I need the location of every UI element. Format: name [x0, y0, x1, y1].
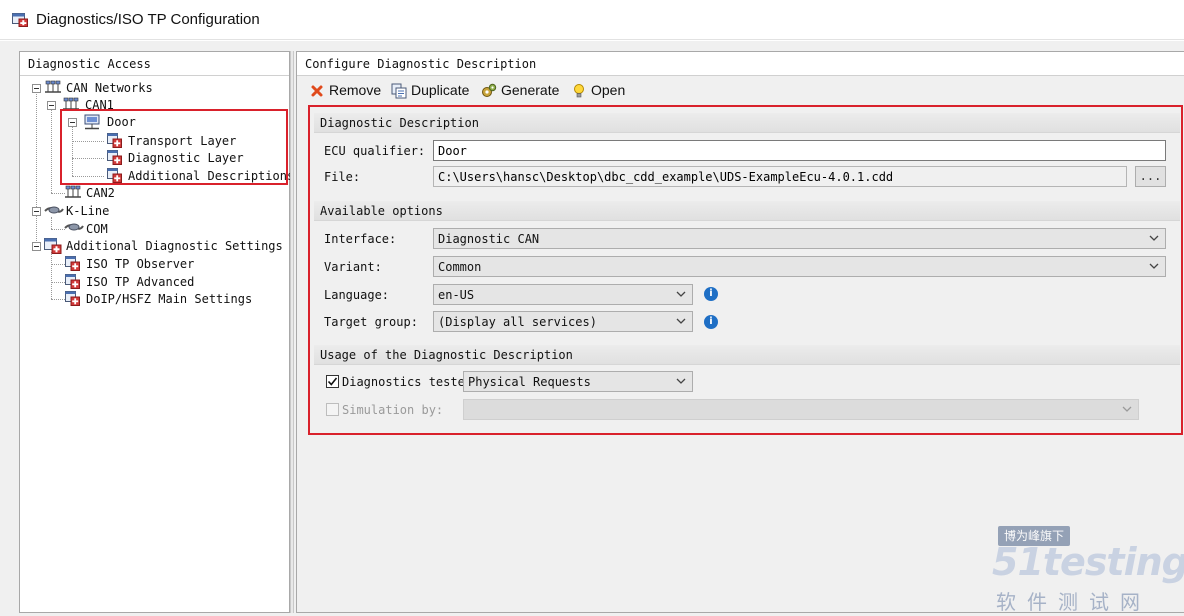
can-networks-expander[interactable] [32, 84, 41, 93]
remove-x-icon [311, 85, 323, 97]
tree-item-additional-diagnostic-settings[interactable]: Additional Diagnostic Settings [66, 239, 283, 253]
tree-connector [51, 229, 65, 230]
tree-item-com[interactable]: COM [86, 222, 108, 236]
tree-item-doip-hsfz-main-settings[interactable]: DoIP/HSFZ Main Settings [86, 292, 252, 306]
diagnostic-access-title: Diagnostic Access [28, 57, 151, 71]
tree-connector [51, 106, 52, 193]
tree-connector [51, 282, 65, 283]
description-toolbar: Remove Duplicate Generate Open [297, 77, 1184, 104]
configure-title: Configure Diagnostic Description [305, 57, 537, 71]
k-line-cable-icon [44, 206, 64, 214]
window-title: Diagnostics/ISO TP Configuration [36, 11, 260, 28]
tree-item-can2[interactable]: CAN2 [86, 186, 115, 200]
diagnostic-access-header: Diagnostic Access [20, 52, 289, 76]
highlight-box-door-node [60, 109, 288, 185]
tree-item-iso-tp-observer[interactable]: ISO TP Observer [86, 257, 194, 271]
tree-connector [51, 193, 65, 194]
tree-item-can-networks[interactable]: CAN Networks [66, 81, 153, 95]
generate-button[interactable]: Generate [481, 81, 565, 101]
lightbulb-icon [574, 84, 584, 98]
config-document-icon [65, 274, 80, 289]
highlight-box-configuration [308, 105, 1183, 435]
config-document-icon [65, 291, 80, 306]
duplicate-icon [391, 83, 407, 99]
config-document-icon [65, 256, 80, 271]
tree-connector [36, 89, 37, 247]
can1-expander[interactable] [47, 101, 56, 110]
remove-button[interactable]: Remove [309, 81, 385, 101]
tree-connector [51, 252, 52, 299]
k-line-expander[interactable] [32, 207, 41, 216]
gear-icon [482, 83, 497, 97]
network-bus-icon [65, 185, 81, 198]
tree-connector [51, 299, 65, 300]
additional-settings-expander[interactable] [32, 242, 41, 251]
app-window-icon [12, 13, 28, 27]
watermark-logo: 51testing [992, 540, 1184, 584]
configure-header: Configure Diagnostic Description [297, 52, 1184, 76]
watermark-subtitle: 软件测试网 [996, 590, 1151, 614]
network-bus-icon [45, 80, 61, 93]
panel-splitter[interactable] [290, 51, 294, 613]
tree-item-iso-tp-advanced[interactable]: ISO TP Advanced [86, 275, 194, 289]
tree-connector [51, 264, 65, 265]
com-port-icon [64, 223, 84, 231]
duplicate-button[interactable]: Duplicate [391, 81, 475, 101]
title-bar: Diagnostics/ISO TP Configuration [0, 0, 1184, 40]
open-button[interactable]: Open [571, 81, 631, 101]
tree-item-k-line[interactable]: K-Line [66, 204, 109, 218]
tree-connector [51, 217, 52, 229]
settings-window-icon [44, 238, 62, 254]
